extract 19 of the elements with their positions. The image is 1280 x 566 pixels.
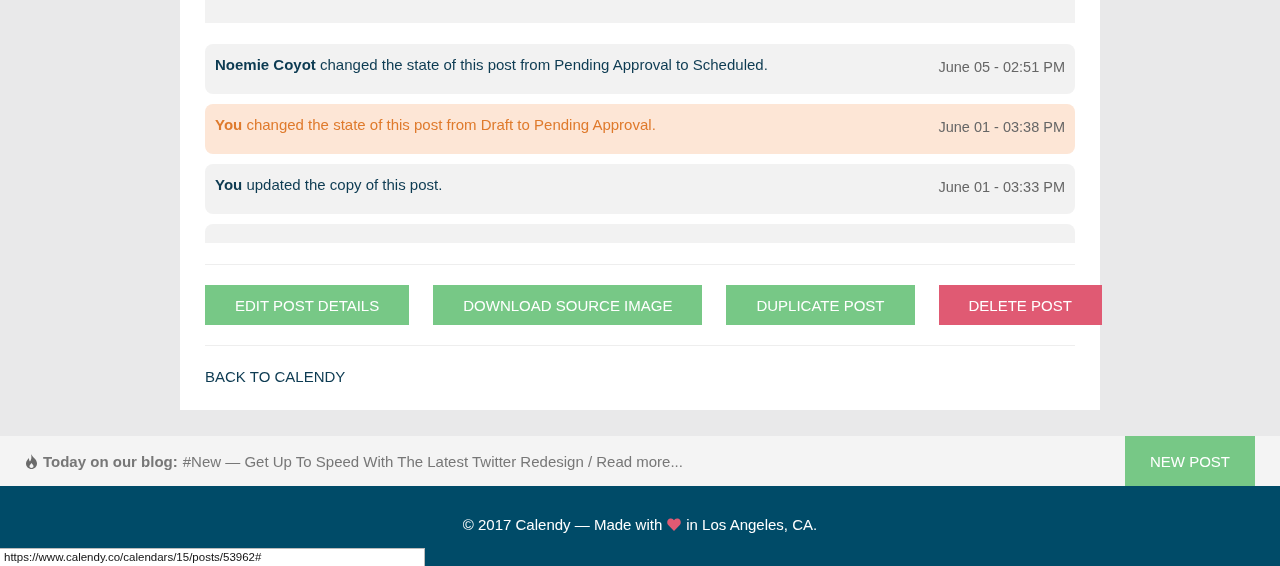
back-link[interactable]: BACK TO CALENDY (205, 346, 346, 385)
blog-label: Today on our blog: (43, 452, 178, 470)
activity-text: You updated the copy of this post. (215, 176, 443, 195)
action-button[interactable]: EDIT POST DETAILS (205, 285, 410, 325)
action-button[interactable]: DOWNLOAD SOURCE IMAGE (433, 285, 703, 325)
footer-text: in Los Angeles, CA. (686, 515, 818, 533)
activity-time: June 01 - 03:33 PM (938, 178, 1065, 197)
activity-text: You changed the state of this post from Draft to Pending Approval. (215, 116, 656, 135)
status-url: https://www.calendy.co/calendars/15/posts/53962# (0, 548, 425, 566)
activity-text: Noemie Coyot changed the state of this post from Pending Approval to Scheduled. (215, 56, 768, 75)
blog-link[interactable]: #New — Get Up To Speed With The Latest Twitter Redesign / Read more... (182, 452, 683, 470)
delete-button[interactable]: DELETE POST (938, 285, 1102, 325)
flame-icon (25, 453, 38, 469)
heart-icon (667, 517, 682, 531)
activity-time: June 05 - 02:51 PM (938, 58, 1065, 77)
footer-text: © 2017 Calendy — Made with (462, 515, 663, 533)
action-button[interactable]: DUPLICATE POST (726, 285, 915, 325)
activity-time: June 01 - 03:38 PM (938, 118, 1065, 137)
new-post-button[interactable]: NEW POST (1125, 436, 1255, 486)
